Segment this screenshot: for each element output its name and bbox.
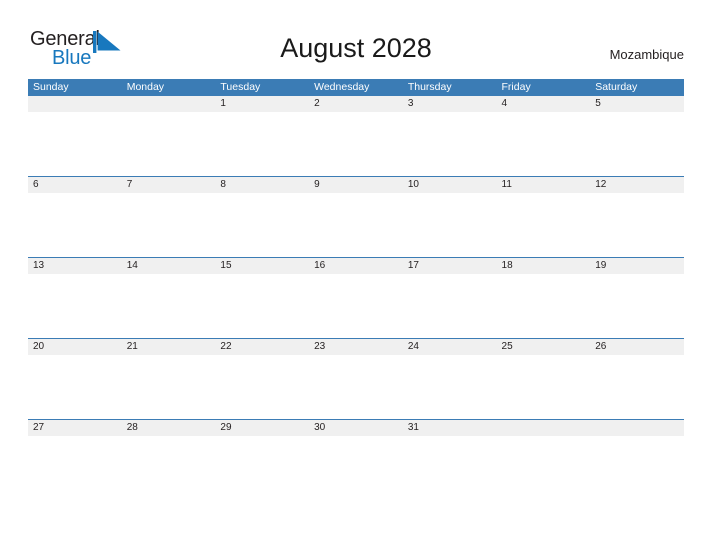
day-notes-area[interactable]: [28, 112, 122, 176]
calendar-week-row: 20 21 22 23 24 25 26: [28, 338, 684, 419]
day-notes-area[interactable]: [28, 355, 122, 419]
day-notes-area[interactable]: [403, 112, 497, 176]
date-cell[interactable]: 9: [309, 177, 403, 193]
date-cell[interactable]: 6: [28, 177, 122, 193]
day-notes-area[interactable]: [590, 193, 684, 257]
day-notes-area[interactable]: [590, 355, 684, 419]
week-notes-band: [28, 355, 684, 419]
date-cell[interactable]: 29: [215, 420, 309, 436]
date-cell[interactable]: 18: [497, 258, 591, 274]
week-notes-band: [28, 274, 684, 338]
day-notes-area[interactable]: [215, 436, 309, 500]
day-notes-area[interactable]: [403, 274, 497, 338]
date-cell[interactable]: 30: [309, 420, 403, 436]
location-label: Mozambique: [609, 47, 684, 62]
day-notes-area[interactable]: [28, 274, 122, 338]
date-cell[interactable]: 17: [403, 258, 497, 274]
page-title: August 2028: [280, 33, 432, 63]
date-cell[interactable]: 12: [590, 177, 684, 193]
day-notes-area[interactable]: [497, 112, 591, 176]
date-cell[interactable]: 11: [497, 177, 591, 193]
calendar-grid: Sunday Monday Tuesday Wednesday Thursday…: [28, 79, 684, 500]
day-notes-area[interactable]: [309, 112, 403, 176]
day-notes-area[interactable]: [309, 274, 403, 338]
day-notes-area[interactable]: [28, 193, 122, 257]
date-cell[interactable]: 2: [309, 96, 403, 112]
calendar-week-row: 6 7 8 9 10 11 12: [28, 176, 684, 257]
day-notes-area[interactable]: [403, 355, 497, 419]
date-cell[interactable]: 5: [590, 96, 684, 112]
date-cell[interactable]: 25: [497, 339, 591, 355]
date-cell[interactable]: 27: [28, 420, 122, 436]
weekday-monday: Monday: [126, 81, 165, 93]
date-cell[interactable]: 3: [403, 96, 497, 112]
day-notes-area[interactable]: [497, 436, 591, 500]
week-notes-band: [28, 193, 684, 257]
calendar-page: General Blue August 2028 Mozambique Sund…: [0, 0, 712, 550]
date-cell[interactable]: [497, 420, 591, 436]
date-cell[interactable]: 13: [28, 258, 122, 274]
day-notes-area[interactable]: [403, 436, 497, 500]
date-cell[interactable]: 23: [309, 339, 403, 355]
date-cell[interactable]: 22: [215, 339, 309, 355]
date-cell[interactable]: 20: [28, 339, 122, 355]
day-notes-area[interactable]: [309, 436, 403, 500]
day-notes-area[interactable]: [215, 193, 309, 257]
weekday-tuesday: Tuesday: [220, 81, 261, 93]
date-cell[interactable]: 19: [590, 258, 684, 274]
week-date-band: 20 21 22 23 24 25 26: [28, 338, 684, 355]
calendar-week-row: 1 2 3 4 5: [28, 95, 684, 176]
day-notes-area[interactable]: [122, 112, 216, 176]
day-notes-area[interactable]: [215, 274, 309, 338]
day-notes-area[interactable]: [215, 112, 309, 176]
date-cell[interactable]: 1: [215, 96, 309, 112]
week-date-band: 6 7 8 9 10 11 12: [28, 176, 684, 193]
weekday-header-row: Sunday Monday Tuesday Wednesday Thursday…: [28, 79, 684, 95]
day-notes-area[interactable]: [122, 436, 216, 500]
day-notes-area[interactable]: [497, 355, 591, 419]
calendar-week-row: 13 14 15 16 17 18 19: [28, 257, 684, 338]
day-notes-area[interactable]: [309, 355, 403, 419]
date-cell[interactable]: [590, 420, 684, 436]
week-date-band: 1 2 3 4 5: [28, 95, 684, 112]
date-cell[interactable]: 8: [215, 177, 309, 193]
day-notes-area[interactable]: [590, 436, 684, 500]
date-cell[interactable]: [28, 96, 122, 112]
calendar-week-row: 27 28 29 30 31: [28, 419, 684, 500]
day-notes-area[interactable]: [122, 274, 216, 338]
date-cell[interactable]: 15: [215, 258, 309, 274]
day-notes-area[interactable]: [215, 355, 309, 419]
day-notes-area[interactable]: [28, 436, 122, 500]
day-notes-area[interactable]: [590, 274, 684, 338]
page-header: General Blue August 2028 Mozambique: [0, 0, 712, 72]
weekday-saturday: Saturday: [595, 81, 638, 93]
date-cell[interactable]: 16: [309, 258, 403, 274]
date-cell[interactable]: 10: [403, 177, 497, 193]
date-cell[interactable]: 26: [590, 339, 684, 355]
week-notes-band: [28, 436, 684, 500]
date-cell[interactable]: [122, 96, 216, 112]
day-notes-area[interactable]: [590, 112, 684, 176]
day-notes-area[interactable]: [403, 193, 497, 257]
day-notes-area[interactable]: [122, 193, 216, 257]
week-date-band: 27 28 29 30 31: [28, 419, 684, 436]
weekday-wednesday: Wednesday: [314, 81, 370, 93]
weekday-sunday: Sunday: [33, 81, 69, 93]
date-cell[interactable]: 24: [403, 339, 497, 355]
date-cell[interactable]: 28: [122, 420, 216, 436]
weekday-thursday: Thursday: [407, 81, 452, 93]
day-notes-area[interactable]: [309, 193, 403, 257]
weekday-friday: Friday: [501, 81, 531, 93]
date-cell[interactable]: 7: [122, 177, 216, 193]
day-notes-area[interactable]: [497, 193, 591, 257]
day-notes-area[interactable]: [122, 355, 216, 419]
day-notes-area[interactable]: [497, 274, 591, 338]
week-notes-band: [28, 112, 684, 176]
week-date-band: 13 14 15 16 17 18 19: [28, 257, 684, 274]
date-cell[interactable]: 21: [122, 339, 216, 355]
date-cell[interactable]: 4: [497, 96, 591, 112]
date-cell[interactable]: 31: [403, 420, 497, 436]
date-cell[interactable]: 14: [122, 258, 216, 274]
